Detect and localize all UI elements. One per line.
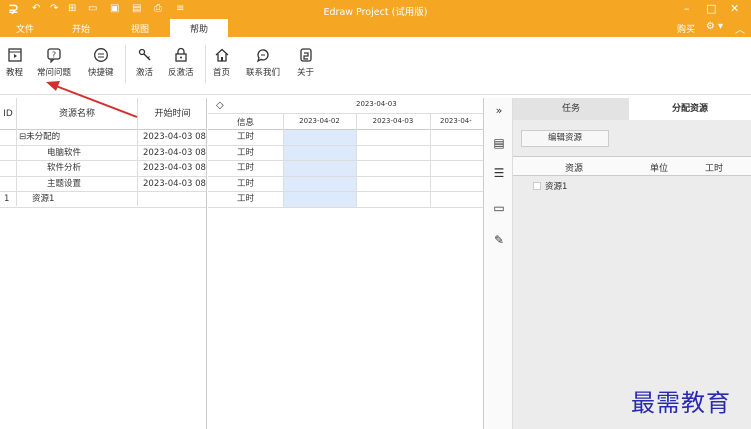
row-start: 2023-04-03 08 <box>143 178 206 189</box>
faq-icon: ? <box>47 48 61 63</box>
minimize-icon[interactable]: – <box>684 2 690 15</box>
work-label: 工时 <box>236 178 254 189</box>
row-name: 主题设置 <box>47 178 82 189</box>
table-row[interactable]: 主题设置 2023-04-03 08 <box>0 177 206 192</box>
side-icon-strip: » ▤ ☰ ▭ ✎ <box>484 98 513 429</box>
watermark: 最需教育 <box>631 389 731 417</box>
contact-label: 联系我们 <box>246 68 281 78</box>
gantt-row[interactable]: 工时 <box>208 192 483 208</box>
work-label: 工时 <box>236 194 254 204</box>
col-id[interactable]: ID <box>0 98 16 130</box>
row-name: 软件分析 <box>47 163 82 173</box>
resource-grid: ID 资源名称 开始时间 ⊟未分配的 2023-04-03 08 电脑软件 20… <box>0 98 207 429</box>
title-bar: ⊋ ↶ ↷ ⊞ ▭ ▣ ▤ ⎙ ≡ Edraw Project (试用版) – … <box>0 0 751 19</box>
activate-label: 激活 <box>136 68 154 78</box>
tutorial-button[interactable]: 教程 <box>6 47 23 78</box>
assign-table-header: 资源 单位 工时 <box>513 156 751 176</box>
col-info: 信息 <box>236 118 254 128</box>
resource-name: 资源1 <box>545 182 568 192</box>
work-label: 工时 <box>236 163 254 173</box>
work-label: 工时 <box>236 147 254 158</box>
about-label: 关于 <box>297 68 315 78</box>
col-unit[interactable]: 单位 <box>650 161 668 174</box>
chat-icon <box>256 49 269 63</box>
deactivate-label: 反激活 <box>168 68 194 78</box>
gantt-row[interactable]: 工时 <box>208 161 483 177</box>
faq-button[interactable]: ? 常问问题 <box>37 47 71 78</box>
row-name: 资源1 <box>32 194 55 204</box>
gantt-row[interactable]: 工时 <box>208 130 483 146</box>
note-icon[interactable]: ▭ <box>491 201 507 217</box>
shortcut-button[interactable]: 快捷键 <box>88 47 114 78</box>
keyboard-icon <box>93 48 108 62</box>
close-icon[interactable]: ✕ <box>730 2 739 15</box>
col-date: 2023-04-02 <box>299 117 340 125</box>
tutorial-label: 教程 <box>6 68 24 78</box>
row-name: ⊟未分配的 <box>19 132 61 142</box>
target-icon[interactable]: ◇ <box>216 100 224 111</box>
col-date: 2023-04- <box>440 117 472 125</box>
tab-view[interactable]: 视图 <box>131 22 149 35</box>
tab-task[interactable]: 任务 <box>513 98 629 120</box>
gantt-row[interactable]: 工时 <box>208 146 483 161</box>
row-start: 2023-04-03 08 <box>143 132 206 142</box>
table-row[interactable]: 1 资源1 <box>0 192 206 208</box>
table-row[interactable]: ⊟未分配的 2023-04-03 08 <box>0 130 206 146</box>
home-icon <box>215 48 228 62</box>
properties-icon[interactable]: ▤ <box>491 136 507 152</box>
work-label: 工时 <box>236 132 254 142</box>
home-label: 首页 <box>213 68 231 78</box>
table-row[interactable]: 软件分析 2023-04-03 08 <box>0 161 206 177</box>
lock-icon <box>175 47 187 62</box>
contact-button[interactable]: 联系我们 <box>246 47 280 78</box>
ribbon-divider <box>125 45 126 83</box>
tag-icon[interactable]: ✎ <box>491 233 507 249</box>
deactivate-button[interactable]: 反激活 <box>168 47 194 78</box>
gantt-grid: ◇ 2023-04-03 信息 2023-04-02 2023-04-03 20… <box>208 98 484 429</box>
gantt-timescale-top: ◇ 2023-04-03 <box>208 98 483 114</box>
table-row[interactable]: 电脑软件 2023-04-03 08 <box>0 146 206 161</box>
col-start-time[interactable]: 开始时间 <box>138 98 206 130</box>
col-resource-name[interactable]: 资源名称 <box>17 98 137 130</box>
window-title: Edraw Project (试用版) <box>323 7 428 18</box>
about-button[interactable]: 关于 <box>297 47 314 78</box>
row-start: 2023-04-03 08 <box>143 147 206 158</box>
tab-help[interactable]: 帮助 <box>170 19 229 37</box>
col-work[interactable]: 工时 <box>705 161 723 174</box>
key-icon <box>138 48 150 61</box>
tab-assign-resource[interactable]: 分配资源 <box>629 98 751 120</box>
film-icon <box>7 48 22 62</box>
shortcut-label: 快捷键 <box>88 68 114 78</box>
ribbon-divider <box>205 45 206 83</box>
gantt-row[interactable]: 工时 <box>208 177 483 192</box>
maximize-icon[interactable]: □ <box>706 2 716 15</box>
resource-panel: 任务 分配资源 编辑资源 资源 单位 工时 资源1 <box>513 98 751 429</box>
row-name: 电脑软件 <box>47 147 82 158</box>
svg-text:?: ? <box>52 51 56 60</box>
expand-icon[interactable]: » <box>491 104 507 120</box>
list-icon[interactable]: ☰ <box>491 166 507 182</box>
chevron-up-icon[interactable]: ︿ <box>735 21 745 36</box>
gantt-timescale-bottom: 信息 2023-04-02 2023-04-03 2023-04- <box>208 114 483 130</box>
buy-link[interactable]: 购买 <box>677 22 695 35</box>
resource-grid-header: ID 资源名称 开始时间 <box>0 98 206 130</box>
row-id: 1 <box>4 194 10 204</box>
timescale-date: 2023-04-03 <box>356 100 397 108</box>
edit-resource-button[interactable]: 编辑资源 <box>521 130 609 147</box>
gear-icon[interactable]: ⚙ ▾ <box>706 21 723 32</box>
tab-file[interactable]: 文件 <box>16 22 34 35</box>
about-icon <box>299 48 312 62</box>
ribbon-help: 教程 ? 常问问题 快捷键 激活 反激活 首页 联系我们 关于 <box>0 37 751 95</box>
home-button[interactable]: 首页 <box>213 47 230 78</box>
panel-tabs: 任务 分配资源 <box>513 98 751 120</box>
row-start: 2023-04-03 08 <box>143 163 206 173</box>
menu-bar: 文件 开始 视图 帮助 购买 ⚙ ▾ ︿ <box>0 19 751 37</box>
faq-label: 常问问题 <box>37 68 72 78</box>
tab-start[interactable]: 开始 <box>72 22 90 35</box>
list-item[interactable]: 资源1 <box>533 180 567 192</box>
resource-checkbox[interactable] <box>533 182 541 190</box>
col-resource[interactable]: 资源 <box>565 161 583 174</box>
activate-button[interactable]: 激活 <box>136 47 153 78</box>
col-date: 2023-04-03 <box>372 117 414 125</box>
